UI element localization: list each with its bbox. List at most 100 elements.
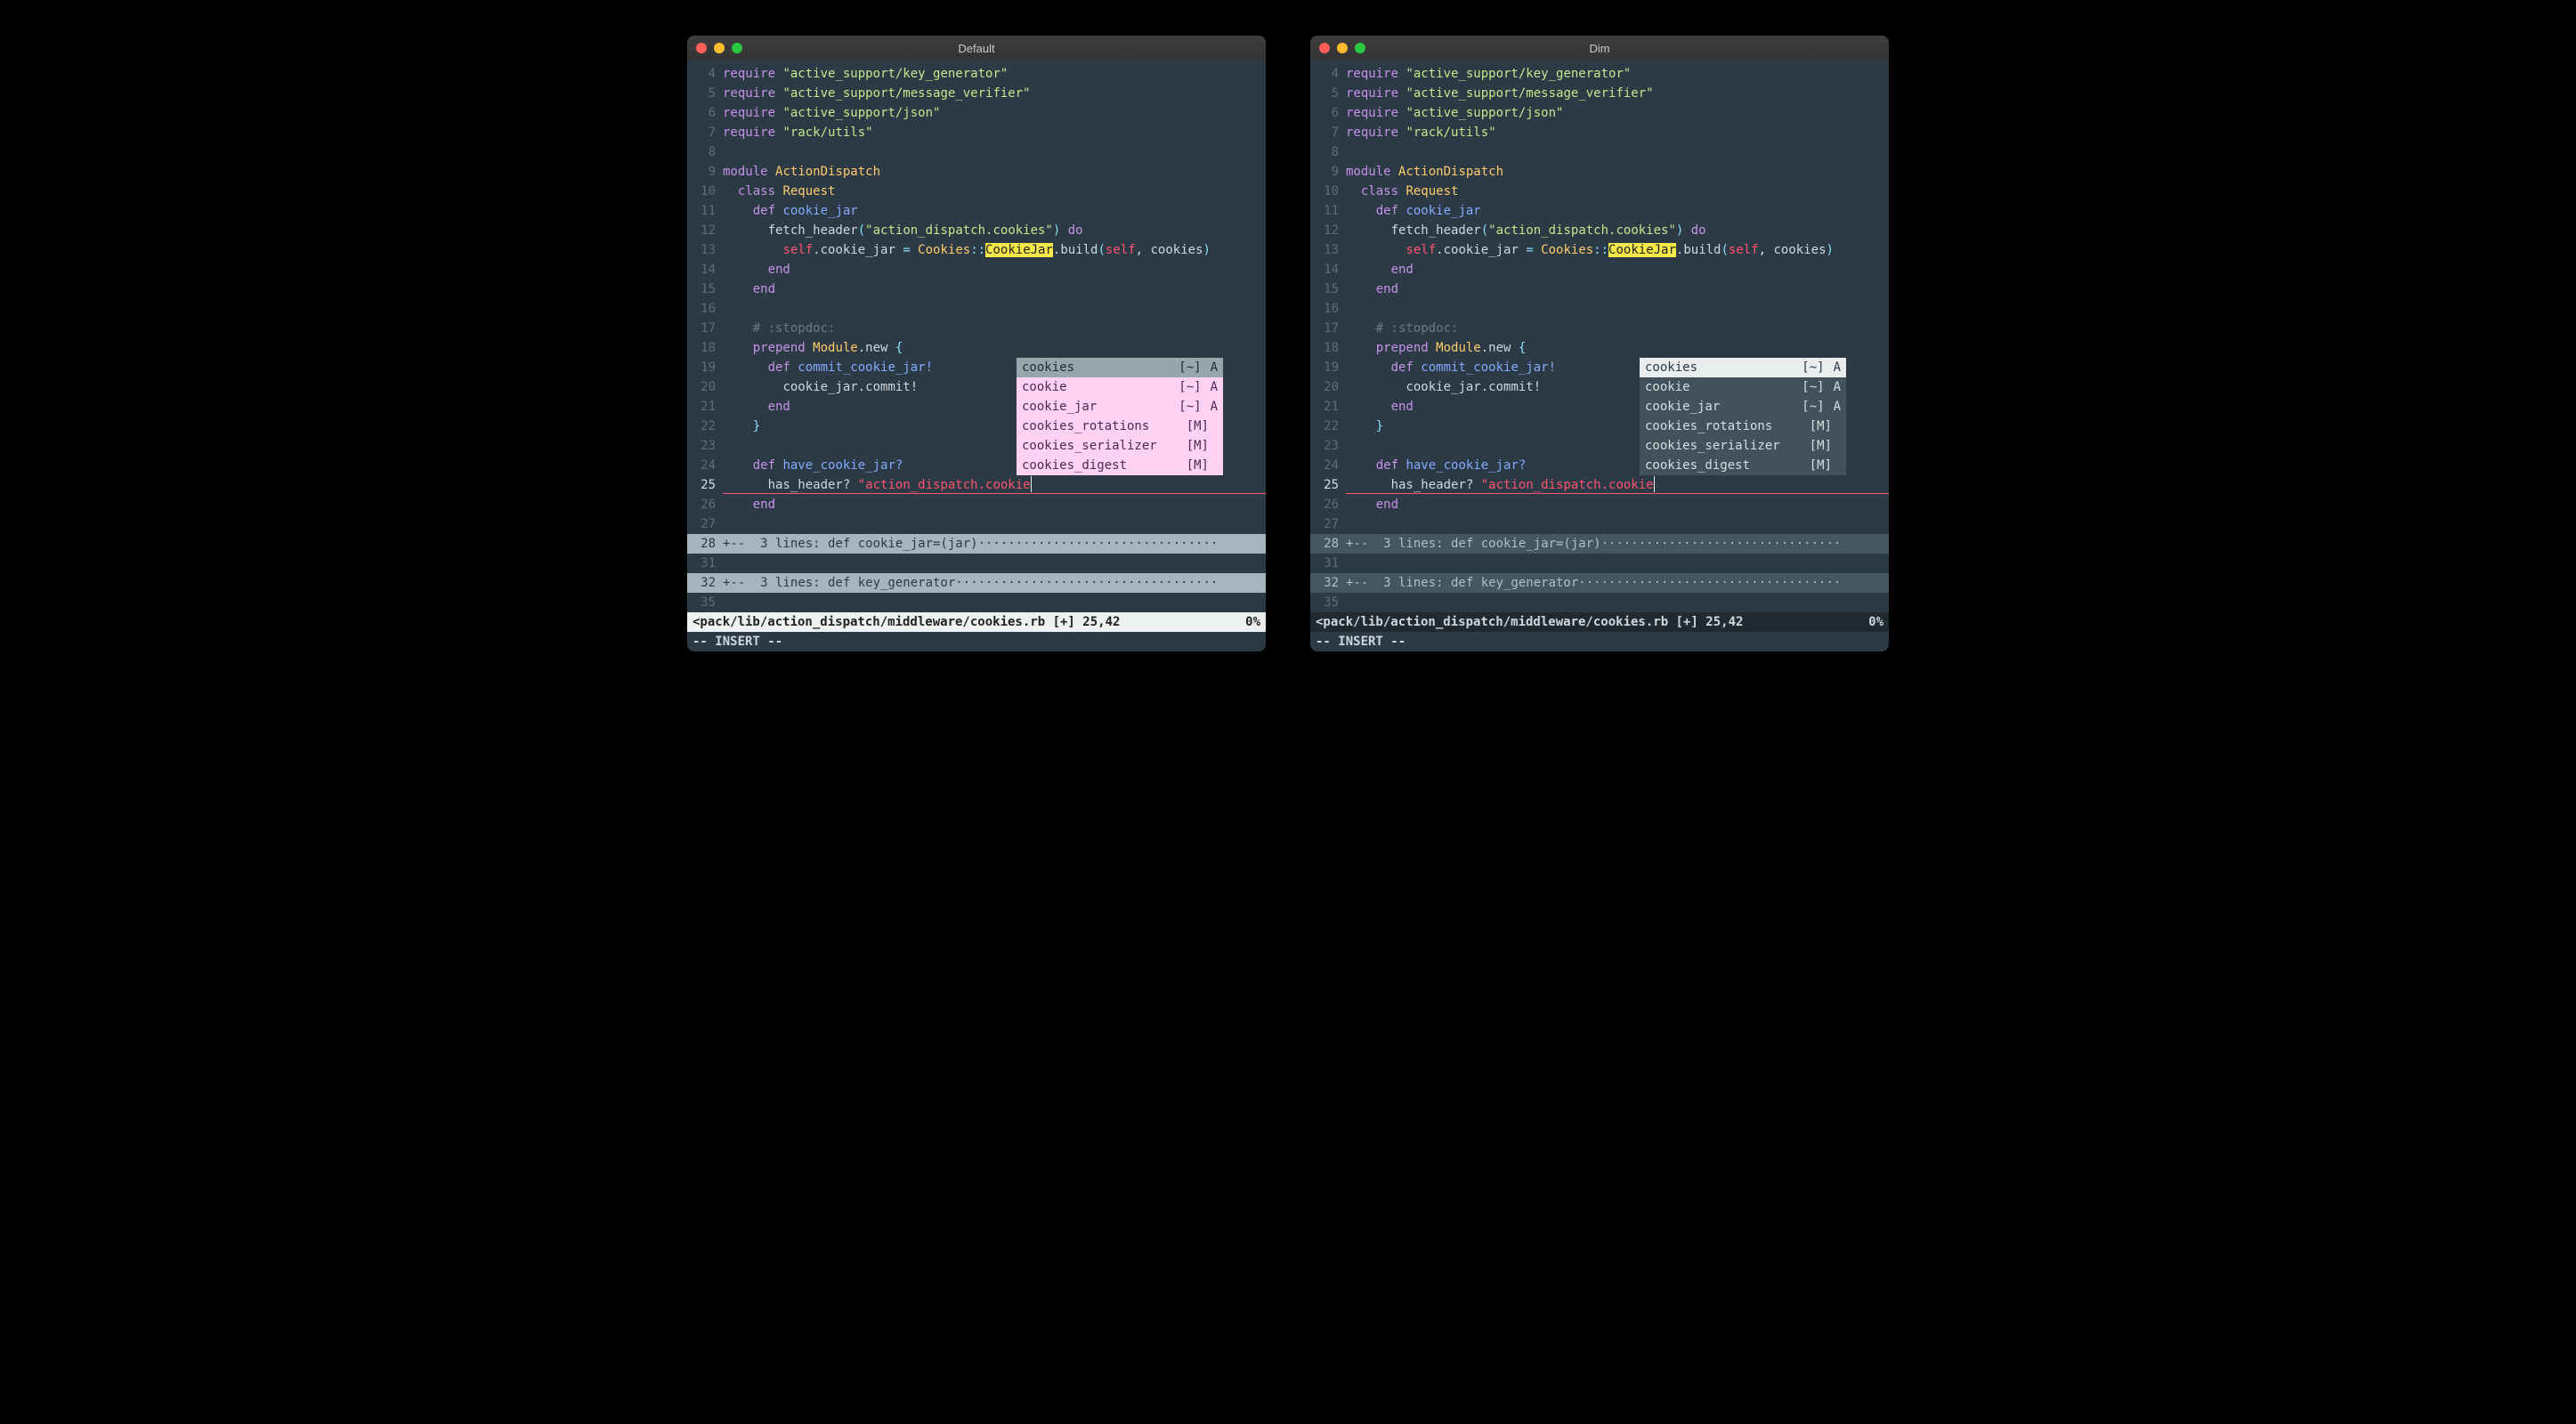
- completion-item[interactable]: cookie_jar[~]A: [1640, 397, 1846, 417]
- code-line[interactable]: 5require "active_support/message_verifie…: [687, 84, 1266, 103]
- fold-content: [1346, 554, 1889, 573]
- completion-item[interactable]: cookies_digest[M]: [1017, 456, 1223, 475]
- completion-word: cookie: [1022, 377, 1067, 397]
- fold-line[interactable]: 32+-- 3 lines: def key_generator········…: [687, 573, 1266, 593]
- code-line[interactable]: 14 end: [1310, 260, 1889, 279]
- code-line[interactable]: 15 end: [687, 279, 1266, 299]
- code-line[interactable]: 27: [687, 514, 1266, 534]
- code-line[interactable]: 31: [687, 554, 1266, 573]
- code-line[interactable]: 7require "rack/utils": [1310, 123, 1889, 142]
- code-content: require "active_support/message_verifier…: [723, 84, 1266, 103]
- code-line[interactable]: 27: [1310, 514, 1889, 534]
- code-line[interactable]: 12 fetch_header("action_dispatch.cookies…: [1310, 221, 1889, 240]
- code-line[interactable]: 7require "rack/utils": [687, 123, 1266, 142]
- completion-popup[interactable]: cookies[~]Acookie[~]Acookie_jar[~]Acooki…: [1640, 358, 1846, 475]
- code-line[interactable]: 10 class Request: [687, 182, 1266, 201]
- code-content: end: [723, 260, 1266, 279]
- code-line[interactable]: 35: [687, 593, 1266, 612]
- code-line[interactable]: 26 end: [1310, 495, 1889, 514]
- mode-line: -- INSERT --: [1310, 632, 1889, 651]
- code-line[interactable]: 13 self.cookie_jar = Cookies::CookieJar.…: [687, 240, 1266, 260]
- fold-line[interactable]: 32+-- 3 lines: def key_generator········…: [1310, 573, 1889, 593]
- completion-item[interactable]: cookies[~]A: [1640, 358, 1846, 377]
- completion-popup[interactable]: cookies[~]Acookie[~]Acookie_jar[~]Acooki…: [1017, 358, 1223, 475]
- line-number: 4: [1310, 64, 1346, 84]
- code-line[interactable]: 8: [1310, 142, 1889, 162]
- code-content: [723, 299, 1266, 319]
- code-line[interactable]: 5require "active_support/message_verifie…: [1310, 84, 1889, 103]
- line-number: 16: [687, 299, 723, 319]
- editor-area[interactable]: 4require "active_support/key_generator"5…: [687, 61, 1266, 612]
- code-line[interactable]: 8: [687, 142, 1266, 162]
- maximize-icon[interactable]: [732, 43, 742, 53]
- code-line[interactable]: 14 end: [687, 260, 1266, 279]
- code-line[interactable]: 31: [1310, 554, 1889, 573]
- titlebar[interactable]: Default: [687, 36, 1266, 61]
- completion-item[interactable]: cookies[~]A: [1017, 358, 1223, 377]
- code-line[interactable]: 6require "active_support/json": [1310, 103, 1889, 123]
- fold-line[interactable]: 28+-- 3 lines: def cookie_jar=(jar)·····…: [687, 534, 1266, 554]
- code-line[interactable]: 17 # :stopdoc:: [1310, 319, 1889, 338]
- code-line[interactable]: 15 end: [1310, 279, 1889, 299]
- line-number: 22: [687, 417, 723, 436]
- completion-item[interactable]: cookies_rotations[M]: [1017, 417, 1223, 436]
- line-number: 26: [1310, 495, 1346, 514]
- editor-area[interactable]: 4require "active_support/key_generator"5…: [1310, 61, 1889, 612]
- minimize-icon[interactable]: [1337, 43, 1348, 53]
- code-content: [1346, 514, 1889, 534]
- maximize-icon[interactable]: [1355, 43, 1365, 53]
- code-content: [1346, 142, 1889, 162]
- line-number: 8: [687, 142, 723, 162]
- code-line[interactable]: 11 def cookie_jar: [1310, 201, 1889, 221]
- code-line[interactable]: 9module ActionDispatch: [1310, 162, 1889, 182]
- completion-word: cookies_digest: [1645, 456, 1750, 475]
- line-number: 20: [1310, 377, 1346, 397]
- terminal-window-default: Default 4require "active_support/key_gen…: [687, 36, 1266, 651]
- code-content: require "rack/utils": [723, 123, 1266, 142]
- code-line[interactable]: 25 has_header? "action_dispatch.cookie: [1310, 475, 1889, 495]
- completion-item[interactable]: cookies_digest[M]: [1640, 456, 1846, 475]
- code-line[interactable]: 18 prepend Module.new {: [687, 338, 1266, 358]
- code-line[interactable]: 18 prepend Module.new {: [1310, 338, 1889, 358]
- line-number: 18: [687, 338, 723, 358]
- completion-item[interactable]: cookies_serializer[M]: [1017, 436, 1223, 456]
- completion-item[interactable]: cookie_jar[~]A: [1017, 397, 1223, 417]
- line-number: 22: [1310, 417, 1346, 436]
- code-content: fetch_header("action_dispatch.cookies") …: [723, 221, 1266, 240]
- completion-word: cookies_digest: [1022, 456, 1127, 475]
- code-line[interactable]: 26 end: [687, 495, 1266, 514]
- code-line[interactable]: 10 class Request: [1310, 182, 1889, 201]
- code-content: end: [723, 495, 1266, 514]
- completion-item[interactable]: cookie[~]A: [1640, 377, 1846, 397]
- code-line[interactable]: 12 fetch_header("action_dispatch.cookies…: [687, 221, 1266, 240]
- text-cursor: [1654, 476, 1656, 492]
- code-line[interactable]: 17 # :stopdoc:: [687, 319, 1266, 338]
- code-line[interactable]: 11 def cookie_jar: [687, 201, 1266, 221]
- code-content: self.cookie_jar = Cookies::CookieJar.bui…: [723, 240, 1266, 260]
- completion-item[interactable]: cookies_serializer[M]: [1640, 436, 1846, 456]
- code-line[interactable]: 4require "active_support/key_generator": [1310, 64, 1889, 84]
- titlebar[interactable]: Dim: [1310, 36, 1889, 61]
- line-number: 32: [687, 573, 723, 593]
- line-number: 9: [687, 162, 723, 182]
- fold-content: [1346, 593, 1889, 612]
- fold-content: +-- 3 lines: def cookie_jar=(jar)·······…: [1346, 534, 1889, 554]
- code-line[interactable]: 16: [687, 299, 1266, 319]
- code-content: # :stopdoc:: [1346, 319, 1889, 338]
- code-line[interactable]: 13 self.cookie_jar = Cookies::CookieJar.…: [1310, 240, 1889, 260]
- line-number: 32: [1310, 573, 1346, 593]
- code-line[interactable]: 25 has_header? "action_dispatch.cookie: [687, 475, 1266, 495]
- code-line[interactable]: 9module ActionDispatch: [687, 162, 1266, 182]
- completion-item[interactable]: cookie[~]A: [1017, 377, 1223, 397]
- close-icon[interactable]: [1319, 43, 1330, 53]
- fold-line[interactable]: 28+-- 3 lines: def cookie_jar=(jar)·····…: [1310, 534, 1889, 554]
- code-line[interactable]: 4require "active_support/key_generator": [687, 64, 1266, 84]
- line-number: 11: [687, 201, 723, 221]
- code-line[interactable]: 35: [1310, 593, 1889, 612]
- minimize-icon[interactable]: [714, 43, 725, 53]
- fold-content: +-- 3 lines: def key_generator··········…: [1346, 573, 1889, 593]
- code-line[interactable]: 6require "active_support/json": [687, 103, 1266, 123]
- code-line[interactable]: 16: [1310, 299, 1889, 319]
- close-icon[interactable]: [696, 43, 707, 53]
- completion-item[interactable]: cookies_rotations[M]: [1640, 417, 1846, 436]
